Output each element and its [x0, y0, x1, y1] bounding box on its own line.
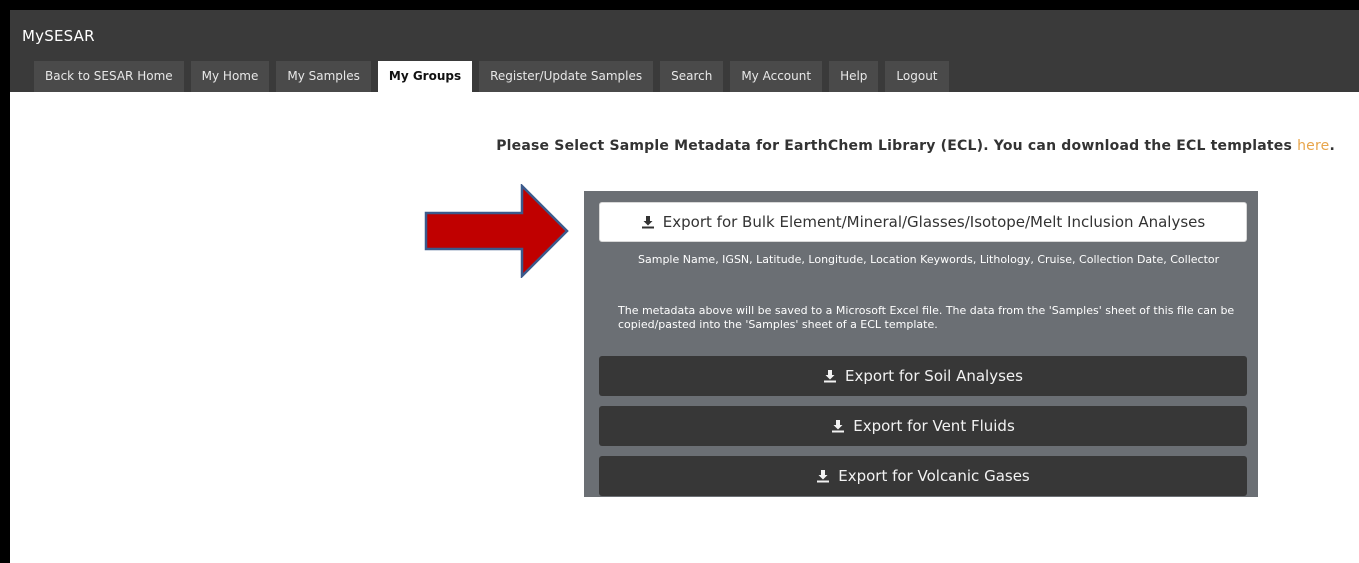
export-volcanic-label: Export for Volcanic Gases [838, 467, 1030, 485]
nav-tabs: Back to SESAR Home My Home My Samples My… [34, 61, 949, 92]
red-arrow-icon [424, 184, 569, 278]
page-heading: Please Select Sample Metadata for EarthC… [496, 138, 1335, 154]
download-icon [824, 370, 837, 383]
download-icon [817, 470, 830, 483]
tab-my-home[interactable]: My Home [190, 61, 270, 92]
export-bulk-button[interactable]: Export for Bulk Element/Mineral/Glasses/… [599, 202, 1247, 242]
page-frame: MySESAR Back to SESAR Home My Home My Sa… [10, 10, 1359, 563]
tab-help[interactable]: Help [829, 61, 879, 92]
tab-my-samples[interactable]: My Samples [276, 61, 371, 92]
tab-back-to-sesar-home[interactable]: Back to SESAR Home [34, 61, 184, 92]
download-icon [832, 420, 845, 433]
bulk-export-note: The metadata above will be saved to a Mi… [618, 304, 1235, 331]
tab-my-groups[interactable]: My Groups [377, 61, 473, 92]
export-bulk-label: Export for Bulk Element/Mineral/Glasses/… [662, 213, 1206, 231]
export-vent-label: Export for Vent Fluids [853, 417, 1015, 435]
bulk-metadata-fields: Sample Name, IGSN, Latitude, Longitude, … [638, 253, 1220, 266]
page-heading-end: . [1329, 138, 1335, 154]
export-vent-button[interactable]: Export for Vent Fluids [599, 406, 1247, 446]
ecl-templates-link[interactable]: here [1297, 138, 1329, 154]
page-heading-text: Please Select Sample Metadata for EarthC… [496, 138, 1293, 154]
export-soil-button[interactable]: Export for Soil Analyses [599, 356, 1247, 396]
export-panel: Export for Bulk Element/Mineral/Glasses/… [584, 191, 1258, 497]
tab-search[interactable]: Search [660, 61, 724, 92]
download-icon [641, 216, 654, 229]
tab-my-account[interactable]: My Account [730, 61, 823, 92]
export-volcanic-button[interactable]: Export for Volcanic Gases [599, 456, 1247, 496]
export-soil-label: Export for Soil Analyses [845, 367, 1023, 385]
tab-register-update-samples[interactable]: Register/Update Samples [479, 61, 654, 92]
top-navbar: MySESAR Back to SESAR Home My Home My Sa… [10, 10, 1359, 92]
tab-logout[interactable]: Logout [885, 61, 949, 92]
app-title: MySESAR [22, 27, 95, 45]
